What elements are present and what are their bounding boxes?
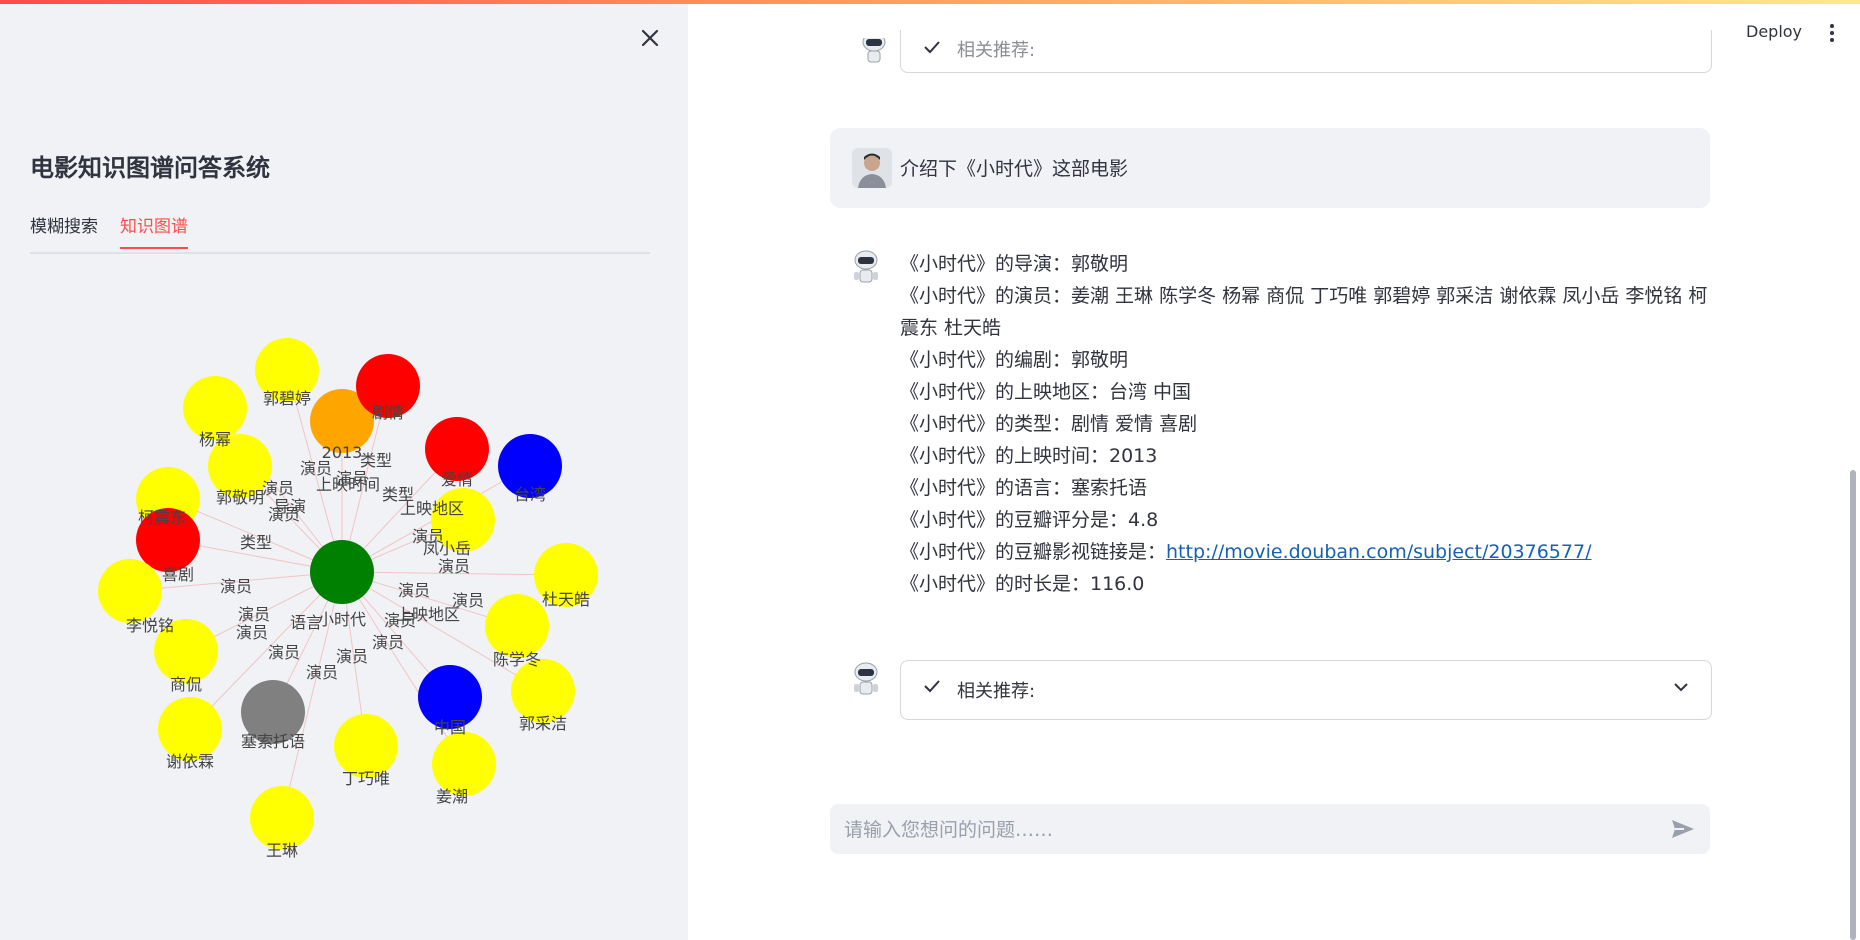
send-icon[interactable] [1670, 818, 1696, 840]
sidebar: 电影知识图谱问答系统 模糊搜索 知识图谱 杨幂 郭碧婷 2013 剧情 爱情 台湾 柯震东郭… [0, 4, 688, 940]
graph-edge-label: 演员 [268, 643, 300, 662]
kebab-dot-icon [1830, 31, 1834, 35]
answer-link-line: 《小时代》的豆瓣影视链接是：http://movie.douban.com/su… [900, 536, 1720, 568]
douban-link[interactable]: http://movie.douban.com/subject/20376577… [1166, 541, 1591, 563]
graph-edge-label: 上映时间 [316, 475, 380, 494]
main-menu-button[interactable] [1826, 22, 1838, 46]
graph-edge-label: 类型 [240, 533, 272, 552]
graph-node-label: 中国 [434, 718, 466, 737]
robot-icon [854, 250, 878, 283]
answer-line: 《小时代》的导演：郭敬明 [900, 253, 1129, 275]
graph-edge-label: 类型 [360, 451, 392, 470]
sidebar-tabs: 模糊搜索 知识图谱 [30, 210, 650, 254]
robot-icon [862, 38, 886, 63]
assistant-avatar [846, 248, 886, 288]
user-photo-icon [852, 148, 892, 188]
expander-label: 相关推荐: [957, 681, 1036, 702]
app-title: 电影知识图谱问答系统 [30, 154, 270, 182]
graph-edge-label: 演员 [398, 581, 430, 600]
deploy-button[interactable]: Deploy [1746, 22, 1802, 41]
graph-edge-label: 上映地区 [396, 605, 460, 624]
graph-node-label: 柯震东 [138, 508, 186, 527]
graph-node-label: 郭敬明 [216, 488, 264, 507]
graph-node-label: 喜剧 [162, 565, 194, 584]
graph-center-label: 小时代 [318, 610, 366, 629]
graph-node-label: 杜天皓 [542, 590, 590, 609]
close-sidebar-button[interactable] [636, 24, 664, 52]
graph-node-label: 剧情 [372, 403, 404, 422]
user-avatar [852, 148, 892, 188]
kebab-dot-icon [1830, 38, 1834, 42]
graph-node-label: 李悦铭 [126, 616, 174, 635]
graph-center-node[interactable] [310, 540, 374, 604]
graph-node-label: 郭碧婷 [263, 389, 311, 408]
graph-node-label: 谢依霖 [166, 752, 214, 771]
user-message-text: 介绍下《小时代》这部电影 [900, 158, 1129, 180]
graph-edge-label: 演员 [412, 527, 444, 546]
assistant-avatar [854, 38, 894, 68]
graph-edge-label: 演员 [238, 605, 270, 624]
chat-input-bar [830, 804, 1710, 856]
graph-edge-label: 演员 [262, 479, 294, 498]
graph-edge-label: 演员 [306, 663, 338, 682]
graph-node-label: 台湾 [514, 485, 546, 504]
graph-node-label: 王琳 [266, 841, 298, 860]
graph-edge-label: 演员 [220, 577, 252, 596]
chevron-down-icon [1674, 683, 1688, 692]
recommendation-expander-top[interactable]: 相关推荐: [900, 30, 1712, 73]
answer-line: 《小时代》的豆瓣评分是：4.8 [900, 509, 1159, 531]
knowledge-graph[interactable]: 杨幂郭碧婷2013剧情爱情台湾柯震东郭敬明喜剧凤小岳杜天皓李悦铭陈学冬商侃塞索托… [80, 304, 620, 864]
recommendation-expander[interactable]: 相关推荐: [900, 660, 1712, 720]
robot-icon [854, 662, 878, 695]
answer-line: 《小时代》的时长是：116.0 [900, 573, 1145, 595]
graph-edge-label: 演员 [236, 623, 268, 642]
graph-node[interactable] [485, 594, 549, 658]
check-icon [924, 41, 940, 54]
answer-line: 《小时代》的编剧：郭敬明 [900, 349, 1129, 371]
graph-node-label: 商侃 [170, 675, 202, 694]
graph-node-label: 丁巧唯 [342, 769, 390, 788]
graph-edge-label: 导演 [274, 497, 306, 516]
close-icon [641, 29, 659, 47]
graph-node-label: 陈学冬 [493, 650, 541, 669]
answer-line: 《小时代》的语言：塞索托语 [900, 477, 1148, 499]
answer-line: 《小时代》的演员：姜潮 王琳 陈学冬 杨幂 商侃 丁巧唯 郭碧婷 郭采洁 谢依霖… [900, 285, 1708, 339]
graph-node-label: 塞索托语 [241, 732, 305, 751]
chat-input[interactable] [842, 804, 1646, 856]
graph-edge-label: 语言 [290, 613, 322, 632]
user-message: 介绍下《小时代》这部电影 [830, 128, 1710, 208]
graph-node-label: 杨幂 [199, 430, 231, 449]
graph-node-label: 郭采洁 [519, 714, 567, 733]
scrollbar[interactable] [1850, 470, 1856, 940]
graph-edge-label: 演员 [438, 557, 470, 576]
link-prefix: 《小时代》的豆瓣影视链接是： [900, 541, 1167, 563]
answer-line: 《小时代》的类型：剧情 爱情 喜剧 [900, 413, 1198, 435]
graph-node[interactable] [98, 559, 162, 623]
assistant-answer: 《小时代》的导演：郭敬明 《小时代》的演员：姜潮 王琳 陈学冬 杨幂 商侃 丁巧… [900, 248, 1720, 600]
expander-label: 相关推荐: [957, 40, 1036, 61]
answer-line: 《小时代》的上映地区：台湾 中国 [900, 381, 1192, 403]
kebab-dot-icon [1830, 24, 1834, 28]
answer-line: 《小时代》的上映时间：2013 [900, 445, 1158, 467]
graph-node-label: 姜潮 [436, 787, 468, 806]
check-icon [924, 680, 940, 693]
assistant-avatar [846, 660, 886, 700]
graph-edge-label: 上映地区 [400, 499, 464, 518]
graph-edge-label: 演员 [336, 647, 368, 666]
tab-fuzzy-search[interactable]: 模糊搜索 [30, 212, 98, 247]
tab-knowledge-graph[interactable]: 知识图谱 [120, 212, 188, 249]
graph-edge-label: 演员 [372, 633, 404, 652]
graph-node-label: 爱情 [441, 470, 473, 489]
